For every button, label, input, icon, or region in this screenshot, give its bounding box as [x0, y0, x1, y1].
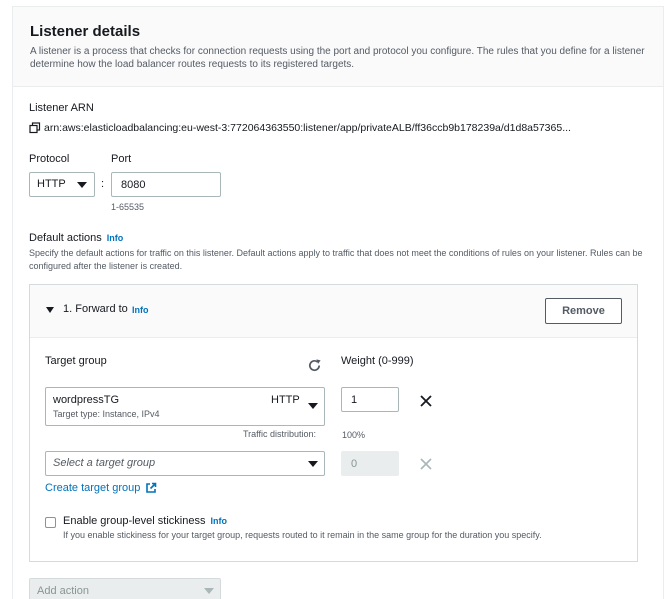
create-target-group-label: Create target group — [45, 482, 141, 494]
stickiness-info-link[interactable]: Info — [210, 516, 227, 526]
chevron-down-icon — [308, 461, 318, 467]
port-input[interactable]: 8080 — [111, 172, 221, 197]
add-action-label: Add action — [37, 585, 89, 597]
stickiness-checkbox[interactable] — [45, 517, 56, 528]
target-group-select[interactable]: wordpressTG HTTP Target type: Instance, … — [45, 387, 325, 426]
port-label: Port — [111, 153, 132, 165]
weight-input[interactable]: 1 — [341, 387, 399, 412]
close-icon[interactable] — [419, 394, 433, 408]
listener-arn-row: arn:aws:elasticloadbalancing:eu-west-3:7… — [29, 122, 571, 134]
chevron-down-icon — [204, 588, 214, 594]
target-group-protocol: HTTP — [271, 394, 300, 406]
port-input-value: 8080 — [121, 178, 146, 191]
protocol-select[interactable]: HTTP — [29, 172, 95, 197]
target-group-type: Target type: Instance, IPv4 — [53, 409, 160, 419]
panel-description: A listener is a process that checks for … — [30, 46, 645, 70]
panel-header: Listener details A listener is a process… — [13, 7, 663, 87]
stickiness-description: If you enable stickiness for your target… — [63, 530, 542, 540]
traffic-distribution-value: 100% — [342, 430, 366, 440]
disabled-weight-input: 0 — [341, 451, 399, 476]
protocol-label: Protocol — [29, 153, 70, 165]
default-actions-info-link[interactable]: Info — [107, 233, 124, 243]
protocol-select-value: HTTP — [37, 178, 66, 190]
default-actions-heading: Default actions Info — [29, 232, 123, 244]
default-actions-description: Specify the default actions for traffic … — [29, 248, 643, 271]
weight-input-value: 1 — [351, 393, 358, 406]
stickiness-heading: Enable group-level stickiness Info — [63, 515, 227, 527]
disabled-weight-value: 0 — [351, 457, 358, 470]
select-target-group-dropdown[interactable]: Select a target group — [45, 451, 325, 476]
create-target-group-link[interactable]: Create target group — [45, 482, 157, 494]
select-target-group-placeholder: Select a target group — [53, 457, 156, 469]
close-icon-disabled — [420, 458, 432, 470]
external-link-icon — [146, 482, 157, 493]
panel-title: Listener details — [30, 23, 141, 40]
caret-down-icon — [46, 307, 54, 313]
listener-arn-label: Listener ARN — [29, 102, 94, 114]
add-action-button[interactable]: Add action — [29, 578, 221, 599]
weight-label: Weight (0-999) — [341, 355, 414, 367]
forward-action-info-link[interactable]: Info — [132, 305, 149, 315]
target-group-name: wordpressTG — [53, 394, 120, 406]
remove-button[interactable]: Remove — [545, 298, 622, 324]
traffic-distribution-label: Traffic distribution: — [243, 429, 317, 439]
stickiness-label: Enable group-level stickiness — [63, 515, 206, 527]
copy-icon[interactable] — [29, 122, 41, 134]
target-group-label: Target group — [45, 355, 107, 367]
forward-action-card: 1. Forward to Info Remove Target group W… — [29, 284, 638, 562]
forward-action-title: 1. Forward to — [63, 303, 128, 315]
chevron-down-icon — [77, 182, 87, 188]
listener-arn-value: arn:aws:elasticloadbalancing:eu-west-3:7… — [44, 122, 571, 134]
forward-action-header[interactable]: 1. Forward to Info Remove — [30, 285, 637, 338]
protocol-port-separator: : — [101, 178, 105, 190]
default-actions-label: Default actions — [29, 232, 102, 244]
port-hint: 1-65535 — [111, 202, 145, 212]
refresh-icon[interactable] — [307, 358, 322, 373]
chevron-down-icon — [308, 403, 318, 409]
